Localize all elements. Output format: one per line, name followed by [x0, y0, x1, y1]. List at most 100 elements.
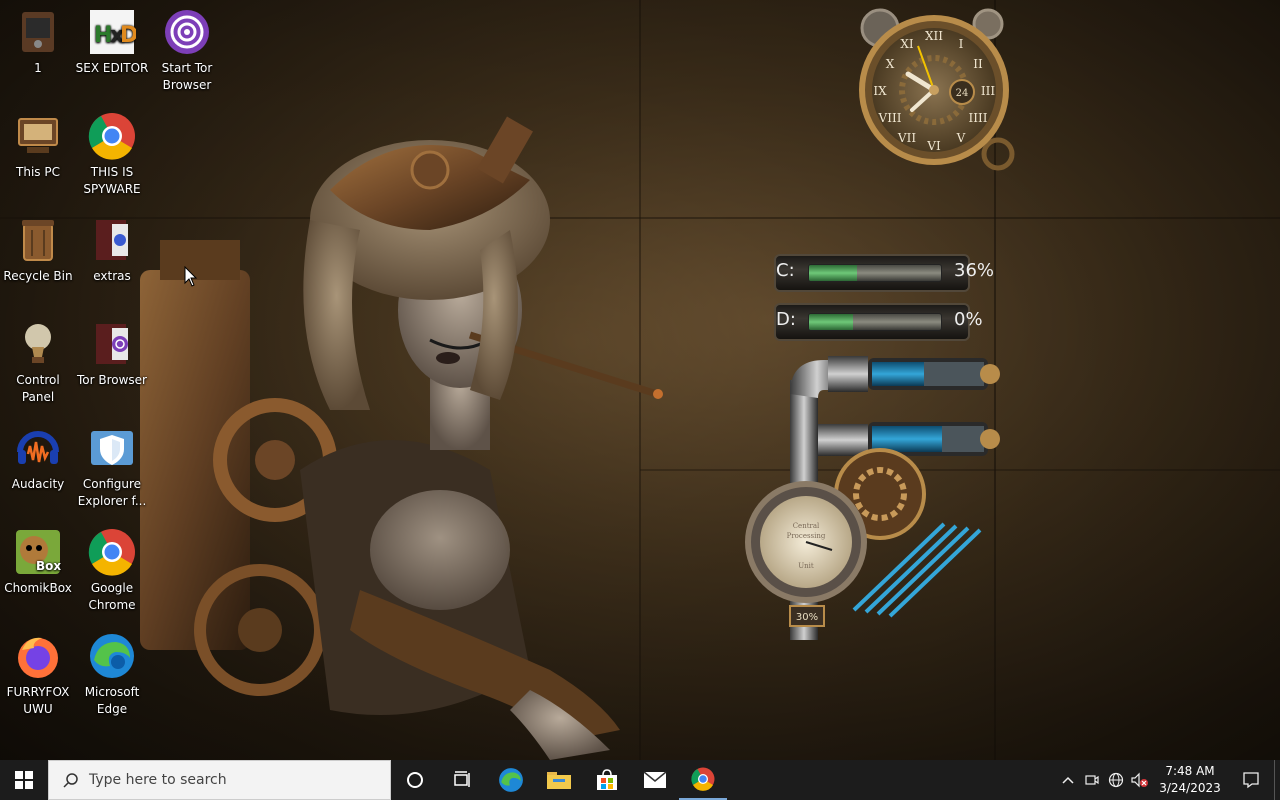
notification-icon [1243, 772, 1259, 789]
desktop-icon-recycle-bin[interactable]: Recycle Bin [0, 216, 76, 285]
desktop-icon-audacity[interactable]: Audacity [0, 424, 76, 493]
clock-24-label: 24 [956, 88, 969, 99]
drive-usage-bar [808, 313, 942, 331]
desktop-icon-extras[interactable]: extras [74, 216, 150, 285]
computer-icon [14, 112, 62, 160]
desktop-icon-label: SEX EDITOR [75, 61, 149, 75]
steampunk-woman-artwork [140, 116, 663, 760]
drive-usage-fill [809, 265, 857, 281]
taskbar-store[interactable] [583, 760, 631, 800]
clock-numeral: X [886, 57, 895, 71]
search-placeholder: Type here to search [89, 772, 227, 788]
desktop-icon-label: Recycle Bin [3, 269, 73, 283]
store-icon [597, 769, 617, 790]
desktop-icon-google-chrome[interactable]: Google Chrome [74, 528, 150, 614]
taskbar-search-box[interactable]: Type here to search [48, 760, 391, 800]
desktop-icon-label: FURRYFOX UWU [6, 685, 70, 716]
windows-logo-icon [15, 771, 33, 789]
tray-time: 7:48 AM [1165, 764, 1215, 778]
file-explorer-icon [547, 772, 571, 789]
tv-game-icon [14, 8, 62, 56]
desktop-icon-tor-browser[interactable]: Tor Browser [74, 320, 150, 389]
desktop-icon-label: THIS IS SPYWARE [83, 165, 141, 196]
desktop-icon-label: Control Panel [16, 373, 60, 404]
desktop-icon-label: Tor Browser [76, 373, 147, 387]
desktop-icon-label: 1 [34, 61, 42, 75]
clock-numeral: I [959, 37, 964, 51]
clock-numeral: IX [873, 84, 887, 98]
clock-numeral: IIII [969, 111, 988, 125]
task-view-icon [454, 771, 470, 787]
tray-meet-now[interactable] [1080, 760, 1104, 800]
desktop-icon-start-tor[interactable]: Start Tor Browser [149, 8, 225, 94]
start-button[interactable] [0, 760, 48, 800]
search-icon [63, 773, 78, 788]
clock-numeral: XII [925, 29, 943, 43]
svg-text:D: D [120, 23, 136, 48]
edge-icon [88, 632, 136, 680]
chevron-up-icon [1062, 776, 1074, 784]
desktop-icon-label: Google Chrome [88, 581, 136, 612]
cpu-ram-pipe-widget: Central Processing Unit 30% [745, 356, 1000, 640]
cpu-dial-label: Unit [798, 562, 814, 570]
action-center-button[interactable] [1228, 760, 1274, 800]
desktop-icon-label: Microsoft Edge [84, 685, 140, 716]
tray-volume[interactable] [1128, 760, 1152, 800]
drive-letter: C: [776, 260, 795, 281]
taskbar-chrome[interactable] [679, 760, 727, 800]
desktop-icon-label: Configure Explorer f... [77, 477, 147, 508]
cpu-dial-label: Processing [787, 532, 826, 540]
clock-numeral: VII [897, 131, 916, 145]
cortana-button[interactable] [391, 760, 439, 800]
desktop-icon-label: Start Tor Browser [161, 61, 213, 92]
desktop-icon-sex-editor[interactable]: HxD SEX EDITOR [74, 8, 150, 77]
desktop-icon-label: Audacity [11, 477, 65, 491]
cpu-dial-label: Central [793, 522, 820, 530]
volume-muted-icon [1131, 772, 1148, 788]
desktop-icon-label: ChomikBox [4, 581, 72, 595]
chrome-icon [88, 112, 136, 160]
tray-network[interactable] [1104, 760, 1128, 800]
shield-icon [88, 424, 136, 472]
mouse-cursor-icon [184, 266, 198, 287]
firefox-icon [14, 632, 62, 680]
desktop-icon-spyware[interactable]: THIS IS SPYWARE [74, 112, 150, 198]
lightbulb-icon [14, 320, 62, 368]
steampunk-clock-widget: 24 XII I II III IIII V VI VII VIII IX X … [859, 8, 1015, 171]
edge-icon [499, 768, 523, 792]
tray-date: 3/24/2023 [1159, 781, 1221, 795]
svg-text:Box: Box [36, 559, 61, 573]
desktop-icon-chomikbox[interactable]: Box ChomikBox [0, 528, 76, 597]
drive-usage-fill [809, 314, 853, 330]
drive-usage-bar [808, 264, 942, 282]
hxd-icon: HxD [88, 8, 136, 56]
tray-clock[interactable]: 7:48 AM 3/24/2023 [1152, 763, 1228, 797]
clock-numeral: II [973, 57, 983, 71]
show-desktop-button[interactable] [1274, 760, 1280, 800]
desktop-icon-control-panel[interactable]: Control Panel [0, 320, 76, 406]
desktop-icon-label: This PC [16, 165, 60, 179]
ram-level-fill [872, 362, 924, 386]
desktop-icon-configure-explorer[interactable]: Configure Explorer f... [74, 424, 150, 510]
chrome-icon [691, 767, 715, 791]
drive-percent: 36% [954, 260, 995, 281]
mail-icon [643, 771, 667, 788]
taskbar-mail[interactable] [631, 760, 679, 800]
clock-numeral: XI [900, 37, 914, 51]
clock-numeral: VIII [878, 111, 902, 125]
book-icon [88, 216, 136, 264]
desktop-icon-1[interactable]: 1 [0, 8, 76, 77]
tor-folder-icon [88, 320, 136, 368]
taskbar: Type here to search 7:48 AM 3/24/2023 [0, 760, 1280, 800]
system-tray: 7:48 AM 3/24/2023 [1056, 760, 1280, 800]
chomikbox-icon: Box [14, 528, 62, 576]
desktop-icon-this-pc[interactable]: This PC [0, 112, 76, 181]
cortana-circle-icon [407, 772, 423, 788]
taskbar-edge[interactable] [487, 760, 535, 800]
desktop-icon-furryfox[interactable]: FURRYFOX UWU [0, 632, 76, 718]
chrome-icon [88, 528, 136, 576]
task-view-button[interactable] [439, 760, 487, 800]
tray-overflow-button[interactable] [1056, 760, 1080, 800]
taskbar-file-explorer[interactable] [535, 760, 583, 800]
desktop-icon-edge[interactable]: Microsoft Edge [74, 632, 150, 718]
